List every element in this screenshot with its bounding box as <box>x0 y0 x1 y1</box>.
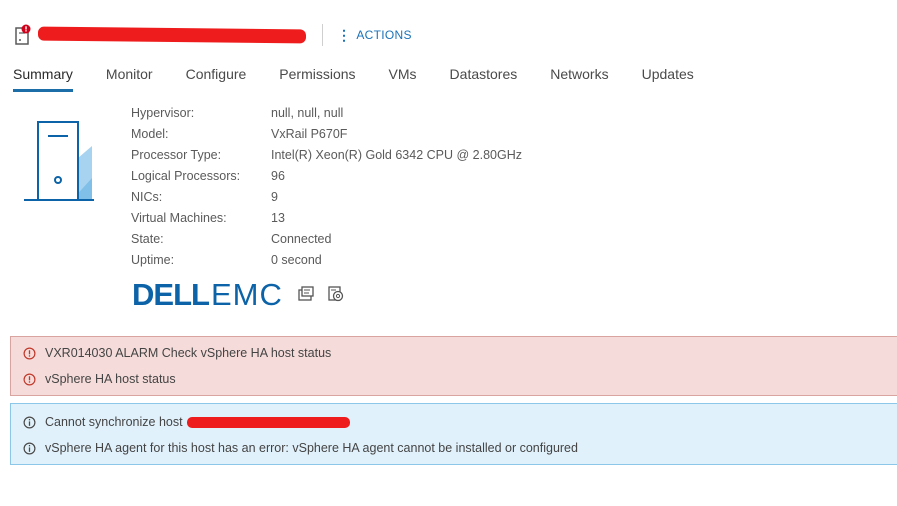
prop-value: 13 <box>271 211 285 225</box>
tab-vms[interactable]: VMs <box>389 60 417 92</box>
prop-key: Hypervisor: <box>131 106 195 120</box>
exclamation-circle-icon <box>23 347 36 359</box>
tab-permissions[interactable]: Permissions <box>279 60 355 92</box>
actions-menu-button[interactable]: ⋮ ACTIONS <box>337 28 412 42</box>
info-circle-icon <box>23 442 36 454</box>
tab-configure[interactable]: Configure <box>186 60 247 92</box>
prop-value: 0 second <box>271 253 322 267</box>
host-server-icon <box>22 118 94 204</box>
prop-value: 96 <box>271 169 285 183</box>
alarm-item: VXR014030 ALARM Check vSphere HA host st… <box>23 346 331 360</box>
prop-hypervisor: Hypervisor: null, null, null <box>131 103 522 124</box>
tab-datastores[interactable]: Datastores <box>450 60 518 92</box>
prop-virtual-machines: Virtual Machines: 13 <box>131 208 522 229</box>
tab-networks[interactable]: Networks <box>550 60 608 92</box>
prop-model: Model: VxRail P670F <box>131 124 522 145</box>
prop-value: 9 <box>271 190 278 204</box>
host-settings-icon[interactable] <box>327 285 345 306</box>
prop-logical-processors: Logical Processors: 96 <box>131 166 522 187</box>
prop-value: null, null, null <box>271 106 344 120</box>
dell-emc-logo: DELL EMC <box>132 277 345 312</box>
redacted-host-name <box>186 416 350 428</box>
info-banner: Cannot synchronize host vSphere HA agent… <box>10 403 897 465</box>
info-text: vSphere HA agent for this host has an er… <box>45 441 578 455</box>
prop-value: VxRail P670F <box>271 127 348 141</box>
alarm-text: VXR014030 ALARM Check vSphere HA host st… <box>45 346 332 360</box>
prop-key: Model: <box>131 127 169 141</box>
actions-label: ACTIONS <box>356 28 412 42</box>
tab-summary[interactable]: Summary <box>13 60 73 92</box>
prop-nics: NICs: 9 <box>131 187 522 208</box>
alarm-banner: VXR014030 ALARM Check vSphere HA host st… <box>10 336 897 396</box>
prop-key: Uptime: <box>131 253 175 267</box>
title-divider <box>322 24 323 46</box>
prop-key: Processor Type: <box>131 148 222 162</box>
info-text: Cannot synchronize host <box>45 415 183 429</box>
host-properties: Hypervisor: null, null, null Model: VxRa… <box>131 103 522 271</box>
prop-key: Logical Processors: <box>131 169 241 183</box>
host-warning-icon <box>14 24 32 46</box>
vxrail-actions <box>297 285 345 306</box>
brand-dell: DELL <box>132 277 210 312</box>
prop-key: Virtual Machines: <box>131 211 227 225</box>
info-item: Cannot synchronize host <box>23 415 350 429</box>
prop-key: NICs: <box>131 190 163 204</box>
info-item: vSphere HA agent for this host has an er… <box>23 441 578 455</box>
vertical-dots-icon: ⋮ <box>337 27 352 43</box>
alarm-item: vSphere HA host status <box>23 372 176 386</box>
prop-value: Connected <box>271 232 332 246</box>
alarm-text: vSphere HA host status <box>45 372 176 386</box>
prop-uptime: Uptime: 0 second <box>131 250 522 271</box>
host-console-icon[interactable] <box>297 285 315 306</box>
redacted-host-name <box>38 26 306 44</box>
info-circle-icon <box>23 416 36 428</box>
brand-emc: EMC <box>210 277 283 312</box>
prop-state: State: Connected <box>131 229 522 250</box>
object-title-bar: ⋮ ACTIONS <box>14 22 412 48</box>
tab-updates[interactable]: Updates <box>642 60 694 92</box>
prop-key: State: <box>131 232 164 246</box>
tab-monitor[interactable]: Monitor <box>106 60 153 92</box>
exclamation-circle-icon <box>23 373 36 385</box>
prop-processor-type: Processor Type: Intel(R) Xeon(R) Gold 63… <box>131 145 522 166</box>
prop-value: Intel(R) Xeon(R) Gold 6342 CPU @ 2.80GHz <box>271 148 522 162</box>
tab-bar: Summary Monitor Configure Permissions VM… <box>0 60 897 92</box>
